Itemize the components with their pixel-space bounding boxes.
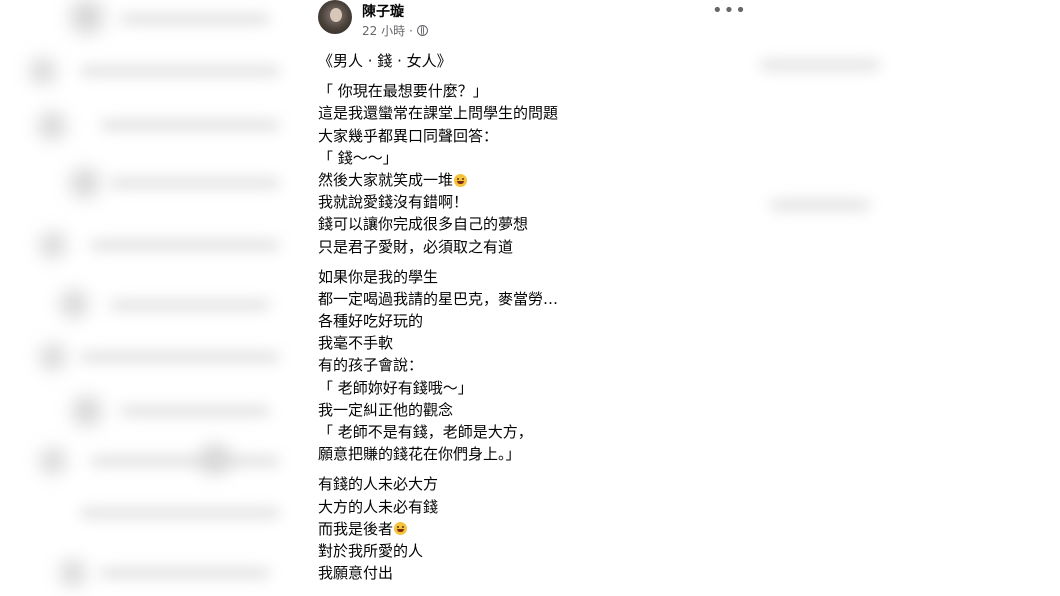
post-text-line: 有錢的人未必大方 <box>318 473 728 495</box>
post-text-line: 都一定喝過我請的星巴克，麥當勞… <box>318 288 728 310</box>
post-text-line: 而我是後者 <box>318 518 728 540</box>
post-text-line-content: 我一定糾正他的觀念 <box>318 400 454 419</box>
post-text-line: 然後大家就笑成一堆 <box>318 169 728 191</box>
post-text-line-content: 對於我所愛的人 <box>318 541 424 560</box>
post-text-line: 我就說愛錢沒有錯啊！ <box>318 191 728 213</box>
post-text-line-content: 大方的人未必有錢 <box>318 497 439 516</box>
post-text-line: 如果你是我的學生 <box>318 266 728 288</box>
post-text-line-content: 有錢的人未必大方 <box>318 475 439 494</box>
post-text-line-content: 錢可以讓你完成很多自己的夢想 <box>318 215 529 234</box>
post-text-line-content: 我願意付出 <box>318 564 394 583</box>
post-text-line-content: 「 老師不是有錢，老師是大方， <box>318 423 533 441</box>
post-text-line: 我一定糾正他的觀念 <box>318 399 728 421</box>
post-text-line-content: 這是我還蠻常在課堂上問學生的問題 <box>318 104 559 123</box>
post-text-line-content: 而我是後者 <box>318 519 394 538</box>
post-text-line-content: 都一定喝過我請的星巴克，麥當勞… <box>318 289 559 308</box>
author-name[interactable]: 陳子璇 <box>362 1 404 21</box>
post-text-line: 「 你現在最想要什麼？」 <box>318 80 728 102</box>
post-text-line: 只是君子愛財，必須取之有道 <box>318 236 728 258</box>
post-text-line: 這是我還蠻常在課堂上問學生的問題 <box>318 102 728 124</box>
post-text-line-content: 大家幾乎都異口同聲回答： <box>318 126 499 145</box>
post-text-line-content: 《男人 · 錢 · 女人》 <box>318 52 452 70</box>
post-timestamp[interactable]: 22 小時 <box>362 22 405 39</box>
post-text-line-content: 只是君子愛財，必須取之有道 <box>318 237 514 256</box>
post-text-line-content: 「 錢～～」 <box>318 148 398 167</box>
post-text-line: 《男人 · 錢 · 女人》 <box>318 50 728 72</box>
post-text: 《男人 · 錢 · 女人》「 你現在最想要什麼？」這是我還蠻常在課堂上問學生的問… <box>318 50 728 584</box>
post-text-line-content: 有的孩子會說： <box>318 356 424 375</box>
post-text-line: 「 老師妳好有錢哦～」 <box>318 377 728 399</box>
post-text-line: 我毫不手軟 <box>318 332 728 354</box>
post-text-line: 各種好吃好玩的 <box>318 310 728 332</box>
post-text-line-content: 如果你是我的學生 <box>318 267 439 286</box>
post-text-line: 有的孩子會說： <box>318 354 728 376</box>
post-meta: 22 小時 · <box>362 22 428 39</box>
post-text-line-content: 「 你現在最想要什麼？」 <box>318 82 488 101</box>
post-text-line-content: 我毫不手軟 <box>318 334 394 353</box>
post-text-line-content: 各種好吃好玩的 <box>318 312 424 331</box>
author-avatar[interactable] <box>318 0 352 34</box>
post-text-line-content: 願意把賺的錢花在你們身上。」 <box>318 445 521 464</box>
post-text-line: 「 老師不是有錢，老師是大方， <box>318 421 728 443</box>
meta-separator: · <box>409 23 413 38</box>
facebook-post: 陳子璇 22 小時 · ••• 《男人 · 錢 · 女人》「 你現在最想要什麼？… <box>308 0 746 596</box>
post-text-line: 我願意付出 <box>318 562 728 584</box>
post-text-line: 願意把賺的錢花在你們身上。」 <box>318 443 728 465</box>
post-text-line: 大家幾乎都異口同聲回答： <box>318 125 728 147</box>
post-text-line-content: 我就說愛錢沒有錯啊！ <box>318 193 469 212</box>
post-text-line: 大方的人未必有錢 <box>318 496 728 518</box>
post-text-line: 錢可以讓你完成很多自己的夢想 <box>318 213 728 235</box>
laughing-face-emoji-icon <box>394 522 408 536</box>
more-options-icon[interactable]: ••• <box>712 2 747 20</box>
globe-icon <box>416 25 428 36</box>
post-text-line: 「 錢～～」 <box>318 147 728 169</box>
post-text-line-content: 然後大家就笑成一堆 <box>318 170 454 189</box>
post-text-line: 對於我所愛的人 <box>318 540 728 562</box>
post-text-line-content: 「 老師妳好有錢哦～」 <box>318 378 473 397</box>
laughing-face-emoji-icon <box>454 173 468 187</box>
